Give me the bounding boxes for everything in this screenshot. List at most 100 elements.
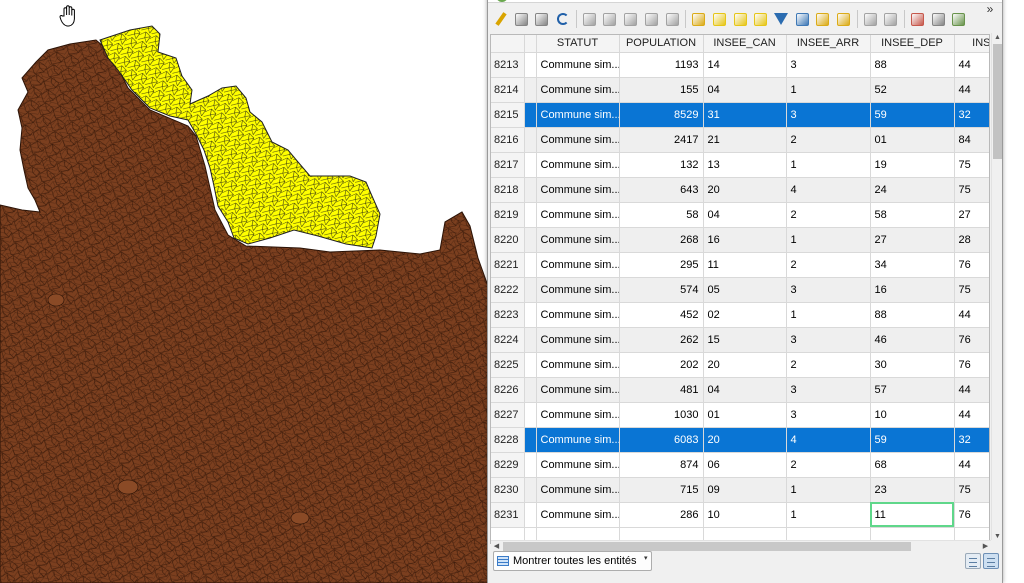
cell-insee-arr[interactable]: 3 bbox=[786, 327, 871, 353]
cell-insee-can[interactable]: 10 bbox=[703, 502, 787, 528]
row-selector-cell[interactable] bbox=[524, 202, 537, 228]
cell-insee-arr[interactable]: 1 bbox=[786, 302, 871, 328]
cell-population[interactable]: 715 bbox=[619, 477, 704, 503]
cell-insee-dep[interactable]: 10 bbox=[870, 402, 955, 428]
row-selector-cell[interactable] bbox=[524, 302, 537, 328]
pencil-button[interactable] bbox=[492, 11, 509, 28]
save-button[interactable] bbox=[533, 11, 550, 28]
cell-population[interactable]: 574 bbox=[619, 277, 704, 303]
row-header[interactable]: 8227 bbox=[491, 402, 525, 428]
cell-insee-reg[interactable]: 44 bbox=[954, 377, 989, 403]
cell-insee-reg[interactable]: 44 bbox=[954, 77, 989, 103]
cell-insee-can[interactable]: 04 bbox=[703, 377, 787, 403]
row-selector-cell[interactable] bbox=[524, 127, 537, 153]
row-header[interactable]: 8229 bbox=[491, 452, 525, 478]
cell-insee-arr[interactable]: 1 bbox=[786, 227, 871, 253]
row-selector-cell[interactable] bbox=[524, 227, 537, 253]
row-header[interactable]: 8228 bbox=[491, 427, 525, 453]
cell-insee-reg[interactable]: 76 bbox=[954, 252, 989, 278]
table-row[interactable]: 8214 Commune sim... 155 04 1 52 44 bbox=[491, 77, 989, 103]
row-header[interactable]: 8217 bbox=[491, 152, 525, 178]
cell-insee-dep[interactable]: 88 bbox=[870, 302, 955, 328]
cell-insee-arr[interactable]: 2 bbox=[786, 452, 871, 478]
corner-header[interactable] bbox=[491, 35, 525, 53]
cell-insee-dep[interactable]: 23 bbox=[870, 477, 955, 503]
cell-insee-reg[interactable]: 76 bbox=[954, 327, 989, 353]
cell-statut[interactable]: Commune sim... bbox=[536, 327, 620, 353]
cell-population[interactable]: 202 bbox=[619, 352, 704, 378]
table-row[interactable]: 8221 Commune sim... 295 11 2 34 76 bbox=[491, 252, 989, 278]
row-header[interactable]: 8223 bbox=[491, 302, 525, 328]
cell-insee-can[interactable]: 06 bbox=[703, 452, 787, 478]
cell-insee-arr[interactable]: 2 bbox=[786, 127, 871, 153]
add-feature-button[interactable] bbox=[581, 11, 598, 28]
table-row[interactable]: 8228 Commune sim... 6083 20 4 59 32 bbox=[491, 427, 989, 453]
cell-insee-reg[interactable]: 27 bbox=[954, 202, 989, 228]
cell-insee-can[interactable]: 13 bbox=[703, 152, 787, 178]
cell-statut[interactable]: Commune sim... bbox=[536, 152, 620, 178]
table-row[interactable]: 8227 Commune sim... 1030 01 3 10 44 bbox=[491, 402, 989, 428]
cell-insee-reg[interactable]: 44 bbox=[954, 402, 989, 428]
cell-insee-dep[interactable]: 88 bbox=[870, 52, 955, 78]
row-header[interactable]: 8230 bbox=[491, 477, 525, 503]
column-header-insee-reg[interactable]: INSE bbox=[954, 35, 989, 53]
cell-population[interactable]: 155 bbox=[619, 77, 704, 103]
row-header[interactable]: 8221 bbox=[491, 252, 525, 278]
partial-cell[interactable] bbox=[954, 527, 989, 542]
cell-insee-can[interactable]: 09 bbox=[703, 477, 787, 503]
row-header[interactable]: 8222 bbox=[491, 277, 525, 303]
window-titlebar[interactable] bbox=[488, 0, 1002, 3]
cell-population[interactable]: 268 bbox=[619, 227, 704, 253]
row-selector-cell[interactable] bbox=[524, 402, 537, 428]
new-field-button[interactable] bbox=[909, 11, 926, 28]
scroll-right-icon[interactable]: ▶ bbox=[980, 541, 991, 552]
select-expression-button[interactable] bbox=[690, 11, 707, 28]
row-selector-cell[interactable] bbox=[524, 427, 537, 453]
partial-cell[interactable] bbox=[491, 527, 525, 542]
cell-insee-can[interactable]: 20 bbox=[703, 177, 787, 203]
cell-insee-arr[interactable]: 3 bbox=[786, 402, 871, 428]
cell-population[interactable]: 874 bbox=[619, 452, 704, 478]
partial-cell[interactable] bbox=[703, 527, 787, 542]
cell-population[interactable]: 2417 bbox=[619, 127, 704, 153]
cell-insee-can[interactable]: 01 bbox=[703, 402, 787, 428]
filter-button[interactable] bbox=[773, 11, 790, 28]
copy-button[interactable] bbox=[643, 11, 660, 28]
row-header[interactable]: 8225 bbox=[491, 352, 525, 378]
cell-insee-can[interactable]: 15 bbox=[703, 327, 787, 353]
select-all-button[interactable] bbox=[711, 11, 728, 28]
cell-population[interactable]: 8529 bbox=[619, 102, 704, 128]
cell-insee-dep[interactable]: 11 bbox=[870, 502, 955, 528]
copy-rows-button[interactable] bbox=[862, 11, 879, 28]
row-selector-cell[interactable] bbox=[524, 277, 537, 303]
cell-statut[interactable]: Commune sim... bbox=[536, 227, 620, 253]
show-all-features-button[interactable]: Montrer toutes les entités ▾ bbox=[493, 551, 652, 571]
cell-statut[interactable]: Commune sim... bbox=[536, 52, 620, 78]
partial-cell[interactable] bbox=[619, 527, 704, 542]
table-row[interactable]: 8223 Commune sim... 452 02 1 88 44 bbox=[491, 302, 989, 328]
move-selection-top-button[interactable] bbox=[794, 11, 811, 28]
row-header[interactable]: 8216 bbox=[491, 127, 525, 153]
column-header-insee-dep[interactable]: INSEE_DEP bbox=[870, 35, 955, 53]
row-header[interactable]: 8215 bbox=[491, 102, 525, 128]
row-selector-cell[interactable] bbox=[524, 252, 537, 278]
pan-to-selection-button[interactable] bbox=[814, 11, 831, 28]
row-selector-cell[interactable] bbox=[524, 502, 537, 528]
table-view-button[interactable] bbox=[983, 553, 999, 569]
cell-insee-dep[interactable]: 19 bbox=[870, 152, 955, 178]
cell-insee-arr[interactable]: 1 bbox=[786, 77, 871, 103]
cell-insee-dep[interactable]: 30 bbox=[870, 352, 955, 378]
cell-statut[interactable]: Commune sim... bbox=[536, 402, 620, 428]
partial-cell[interactable] bbox=[786, 527, 871, 542]
cell-statut[interactable]: Commune sim... bbox=[536, 302, 620, 328]
delete-field-button[interactable] bbox=[930, 11, 947, 28]
row-selector-cell[interactable] bbox=[524, 52, 537, 78]
cell-insee-arr[interactable]: 1 bbox=[786, 502, 871, 528]
column-header-statut[interactable]: STATUT bbox=[536, 35, 620, 53]
row-header[interactable]: 8218 bbox=[491, 177, 525, 203]
cell-statut[interactable]: Commune sim... bbox=[536, 177, 620, 203]
table-row[interactable]: 8220 Commune sim... 268 16 1 27 28 bbox=[491, 227, 989, 253]
row-selector-cell[interactable] bbox=[524, 177, 537, 203]
row-header[interactable]: 8231 bbox=[491, 502, 525, 528]
cell-statut[interactable]: Commune sim... bbox=[536, 352, 620, 378]
